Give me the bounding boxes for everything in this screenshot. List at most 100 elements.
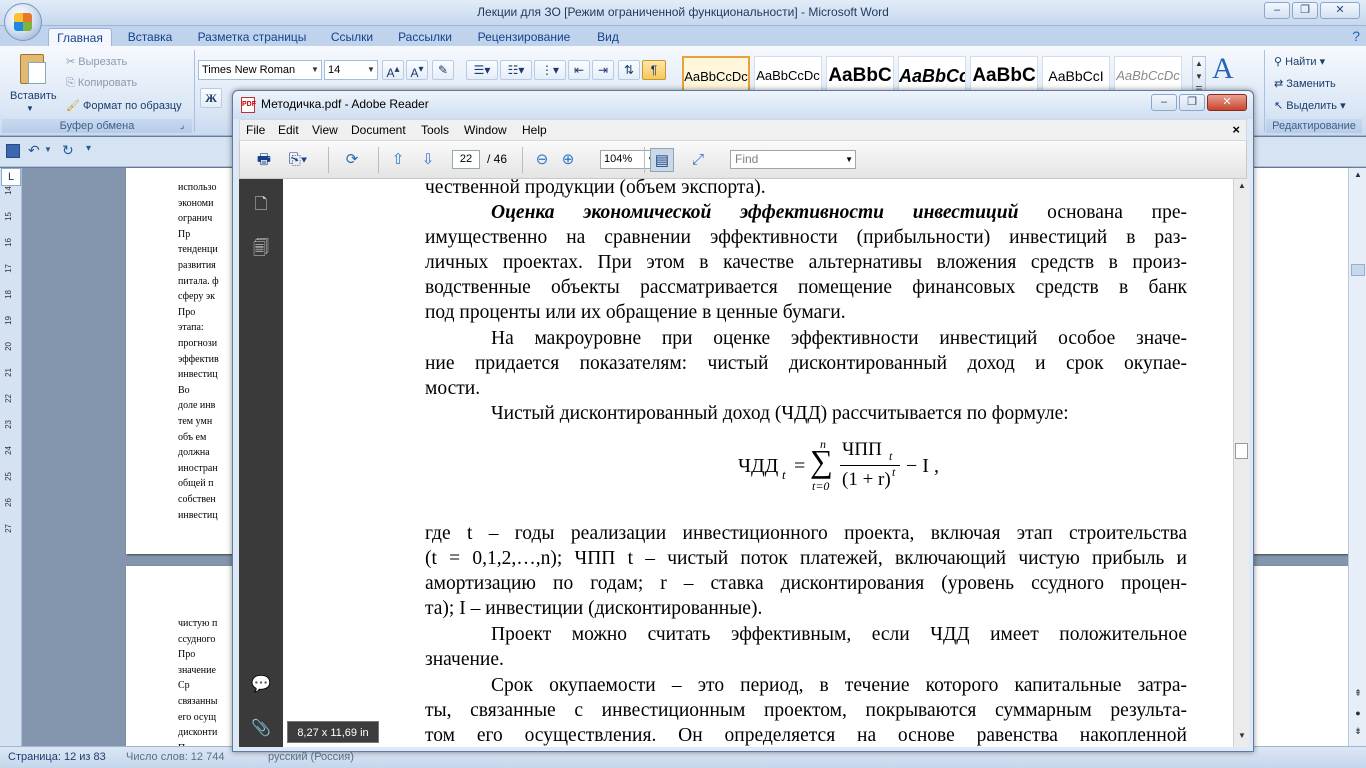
font-name-combo[interactable]: Times New Roman ▼ [198,60,322,80]
status-language[interactable]: русский (Россия) [268,751,354,763]
zoom-out-icon[interactable]: ⊖ [530,148,554,172]
status-page[interactable]: Страница: 12 из 83 [8,751,106,763]
copy-button[interactable]: ⎘ Копировать [66,77,137,90]
redo-icon[interactable]: ↻ [62,142,74,159]
attachments-panel-icon[interactable]: 🗐 [250,237,272,261]
customize-qat-icon[interactable]: ▾ [86,143,91,154]
binoculars-icon: ⚲ [1274,56,1286,68]
select-button[interactable]: ↖ Выделить ▾ [1274,99,1346,112]
formula-sigma: ∑ [810,443,833,479]
word-window-title: Лекции для ЗО [Режим ограниченной функци… [477,5,889,19]
reader-scroll-down-icon[interactable]: ▼ [1236,731,1248,743]
reader-minimize-button[interactable]: – [1151,94,1177,111]
decrease-indent-button[interactable]: ⇤ [568,60,590,80]
print-icon[interactable]: 🖶 [252,148,276,172]
reader-scroll-up-icon[interactable]: ▲ [1236,181,1248,193]
zoom-in-icon[interactable]: ⊕ [556,148,580,172]
bullets-button[interactable]: ☰▾ [466,60,498,80]
scrolling-mode-icon[interactable]: ▤ [650,148,674,172]
status-words[interactable]: Число слов: 12 744 [126,751,224,763]
reader-close-button[interactable]: ✕ [1207,94,1247,111]
word-page-line: значение [178,664,216,676]
grow-font-button[interactable]: A▴ [382,60,404,80]
shrink-font-button[interactable]: A▾ [406,60,428,80]
find-input[interactable]: Find ▼ [730,150,856,169]
pages-panel-icon[interactable]: 🗋 [250,193,272,217]
menu-file[interactable]: File [246,123,265,137]
tab-home[interactable]: Главная [48,28,112,46]
ruler-numbers: 14 15 16 17 18 19 20 21 22 23 24 25 26 27 [0,186,22,746]
cut-button[interactable]: ✂ Вырезать [66,55,127,68]
numbering-button[interactable]: ☷▾ [500,60,532,80]
ruler-toggle-button[interactable]: L [1,168,21,186]
multilevel-list-button[interactable]: ⋮▾ [534,60,566,80]
tab-review[interactable]: Рецензирование [468,28,580,46]
format-painter-label: Формат по образцу [83,100,182,112]
menu-view[interactable]: View [312,123,338,137]
pdf-line: ты, связанные с инвестиционным проектом,… [425,700,1187,721]
word-page-line: тенденци [178,244,218,256]
ruler-number: 27 [4,524,13,533]
ruler-number: 15 [4,212,13,221]
bold-button[interactable]: Ж [200,88,222,108]
font-size-combo[interactable]: 14 ▼ [324,60,378,80]
sort-button[interactable]: ⇅ [618,60,640,80]
share-icon[interactable]: ⎘▾ [286,148,310,172]
scissors-icon: ✂ [66,56,79,68]
menu-help[interactable]: Help [522,123,547,137]
pdf-line: ние придается показателям: чистый дискон… [425,353,1187,374]
menu-window[interactable]: Window [464,123,507,137]
tab-page-layout[interactable]: Разметка страницы [190,28,314,46]
page-number-input[interactable]: 22 [452,150,480,169]
menu-document[interactable]: Document [351,123,406,137]
pdf-line: мости. [425,378,481,399]
word-page-line: ссудного [178,633,216,645]
pdf-bold-term: Оценка экономической эффективности инвес… [491,202,1019,223]
next-page-icon[interactable]: ⇟ [1351,726,1365,740]
tab-references[interactable]: Ссылки [322,28,382,46]
tab-view[interactable]: Вид [588,28,628,46]
fit-page-icon[interactable]: ⤢ [686,148,710,172]
tab-mailings[interactable]: Рассылки [390,28,460,46]
collaborate-icon[interactable]: ⟳ [340,148,364,172]
clear-format-icon[interactable]: ✎ [432,60,454,80]
undo-dropdown-icon[interactable]: ▼ [44,145,52,154]
font-name-value: Times New Roman [202,64,296,76]
reader-scroll-thumb[interactable] [1235,443,1248,459]
change-styles-icon[interactable]: A [1212,52,1234,86]
minimize-button[interactable]: – [1264,2,1290,19]
format-painter-button[interactable]: 🖌 Формат по образцу [66,99,182,112]
close-document-icon[interactable]: × [1232,122,1240,137]
ruler-number: 20 [4,342,13,351]
replace-button[interactable]: ⇄ Заменить [1274,77,1336,90]
paste-dropdown-icon[interactable]: ▼ [26,104,34,113]
clipboard-launcher-icon[interactable]: ⌟ [180,120,184,131]
comments-icon[interactable]: 💬 [250,673,272,697]
word-page-line: собствен [178,494,216,505]
formula-tail: − I , [906,455,939,477]
pdf-page-view: чественной продукции (объем экспорта). О… [283,179,1233,747]
prev-page-icon[interactable]: ⇞ [1351,688,1365,702]
replace-label: Заменить [1286,78,1336,90]
paperclip-icon[interactable]: 📎 [250,717,272,741]
restore-button[interactable]: ❐ [1292,2,1318,19]
increase-indent-button[interactable]: ⇥ [592,60,614,80]
previous-page-icon[interactable]: ⇧ [386,148,410,172]
show-marks-button[interactable]: ¶ [642,60,666,80]
save-icon[interactable] [6,144,20,158]
scroll-thumb[interactable] [1351,264,1365,276]
menu-edit[interactable]: Edit [278,123,299,137]
word-vertical-scrollbar[interactable]: ▲ ⇞ ● ⇟ [1348,168,1366,746]
close-button[interactable]: ✕ [1320,2,1360,19]
find-button[interactable]: ⚲ Найти ▾ [1274,55,1325,68]
scroll-up-icon[interactable]: ▲ [1351,170,1365,184]
help-icon[interactable]: ? [1352,28,1360,44]
reader-vertical-scrollbar[interactable]: ▲ ▼ [1233,179,1249,747]
tab-insert[interactable]: Вставка [120,28,180,46]
menu-tools[interactable]: Tools [421,123,449,137]
select-browse-icon[interactable]: ● [1351,708,1365,722]
reader-restore-button[interactable]: ❐ [1179,94,1205,111]
undo-icon[interactable]: ↶ [28,142,40,159]
office-button[interactable] [4,3,42,41]
next-page-icon[interactable]: ⇩ [416,148,440,172]
